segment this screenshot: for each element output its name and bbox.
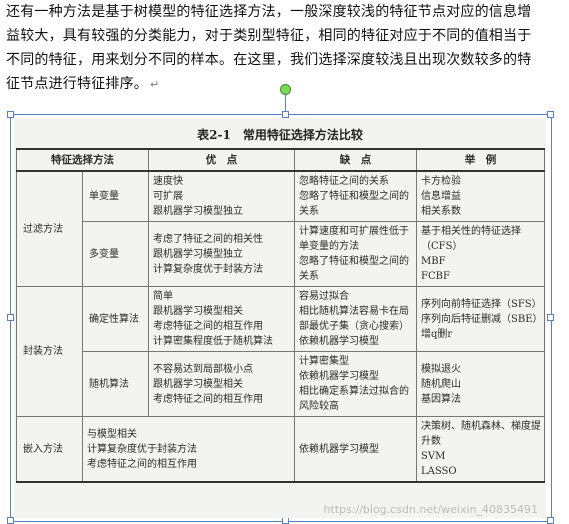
- examples-cell: 决策树、随机森林、梯度提 升数 SVM LASSO: [416, 416, 545, 483]
- paragraph-line: 还有一种方法是基于树模型的特征选择方法，一般深度较浅的特征节点对应的信息增: [6, 4, 532, 20]
- method-cell: 单变量: [82, 170, 149, 222]
- method-cell: 多变量: [82, 221, 149, 287]
- header-examples: 举 例: [416, 148, 545, 172]
- cons-cell: 容易过拟合 相比随机算法容易卡在局 部最优子集（贪心搜索） 依赖机器学习模型: [294, 286, 417, 352]
- paragraph-mark-icon: ↵: [150, 78, 160, 91]
- table-row: 嵌入方法 与模型相关 计算复杂度优于封装方法 考虑特征之间的相互作用 依赖机器学习模…: [16, 416, 545, 483]
- category-cell: 嵌入方法: [16, 416, 83, 483]
- resize-handle-top-right[interactable]: [547, 111, 554, 118]
- watermark-text: https://blog.csdn.net/weixin_40835491: [323, 503, 538, 516]
- pros-cell: 考虑了特征之间的相关性 跟机器学习模型独立 计算复杂度优于封装方法: [148, 221, 295, 287]
- resize-handle-right[interactable]: [547, 314, 554, 321]
- resize-handle-bottom[interactable]: [282, 517, 289, 524]
- resize-handle-top[interactable]: [282, 111, 289, 118]
- comparison-table: 特征选择方法 优 点 缺 点 举 例 过滤方法 单变量 速度快 可扩展 跟机器学习模…: [16, 148, 545, 483]
- paragraph-line: 益较大，具有较强的分类能力，对于类别型特征，相同的特征对应于不同的值相当于: [6, 28, 532, 44]
- cons-cell: 忽略特征之间的关系 忽略了特征和模型之间的 关系: [294, 170, 417, 222]
- header-pros: 优 点: [148, 148, 295, 172]
- category-cell: 封装方法: [16, 286, 83, 417]
- resize-handle-left[interactable]: [7, 314, 14, 321]
- examples-cell: 序列向前特征选择（SFS） 序列向后特征删减（SBE） 增q删r: [416, 286, 545, 352]
- header-method: 特征选择方法: [16, 148, 149, 172]
- pros-cell: 不容易达到局部极小点 跟机器学习模型相关 考虑特征之间的相互作用: [148, 351, 295, 417]
- cons-cell: 计算密集型 依赖机器学习模型 相比确定系算法过拟合的 风险较高: [294, 351, 417, 417]
- method-cell: 确定性算法: [82, 286, 149, 352]
- examples-cell: 模拟退火 随机爬山 基因算法: [416, 351, 545, 417]
- pros-cell: 速度快 可扩展 跟机器学习模型独立: [148, 170, 295, 222]
- paragraph-line: 不同的特征，用来划分不同的样本。在这里，我们选择深度较浅且出现次数较多的特: [6, 52, 532, 68]
- examples-cell: 基于相关性的特征选择 （CFS） MBF FCBF: [416, 221, 545, 287]
- pros-cell: 简单 跟机器学习模型相关 考虑特征之间的相互作用 计算密集程度低于随机算法: [148, 286, 295, 352]
- table-row: 随机算法 不容易达到局部极小点 跟机器学习模型相关 考虑特征之间的相互作用 计算密集…: [17, 351, 545, 417]
- cons-cell: 计算速度和可扩展性低于 单变量的方法 忽略了特征和模型之间的 关系: [294, 221, 417, 287]
- method-cell: 随机算法: [82, 351, 149, 417]
- rotate-handle[interactable]: [280, 84, 291, 95]
- table-row: 过滤方法 单变量 速度快 可扩展 跟机器学习模型独立 忽略特征之间的关系 忽略了特征和…: [16, 170, 545, 287]
- examples-cell: 卡方检验 信息增益 相关系数: [416, 170, 545, 222]
- table-figure-image[interactable]: 表2-1 常用特征选择方法比较 特征选择方法 优 点 缺 点 举 例 过滤方法 单…: [14, 118, 546, 518]
- resize-handle-top-left[interactable]: [7, 111, 14, 118]
- table-caption: 表2-1 常用特征选择方法比较: [197, 128, 363, 142]
- table-row: 封装方法 确定性算法 简单 跟机器学习模型相关 考虑特征之间的相互作用 计算密集程度低…: [16, 286, 545, 417]
- resize-handle-bottom-left[interactable]: [7, 517, 14, 524]
- category-cell: 过滤方法: [16, 170, 83, 287]
- header-cons: 缺 点: [294, 148, 417, 172]
- table-header-row: 特征选择方法 优 点 缺 点 举 例: [16, 148, 545, 172]
- table-row: 多变量 考虑了特征之间的相关性 跟机器学习模型独立 计算复杂度优于封装方法 计算速度…: [17, 221, 545, 287]
- pros-cell: 与模型相关 计算复杂度优于封装方法 考虑特征之间的相互作用: [82, 416, 295, 483]
- body-paragraph: 还有一种方法是基于树模型的特征选择方法，一般深度较浅的特征节点对应的信息增 益较…: [6, 0, 562, 97]
- cons-cell: 依赖机器学习模型: [294, 416, 417, 483]
- resize-handle-bottom-right[interactable]: [547, 517, 554, 524]
